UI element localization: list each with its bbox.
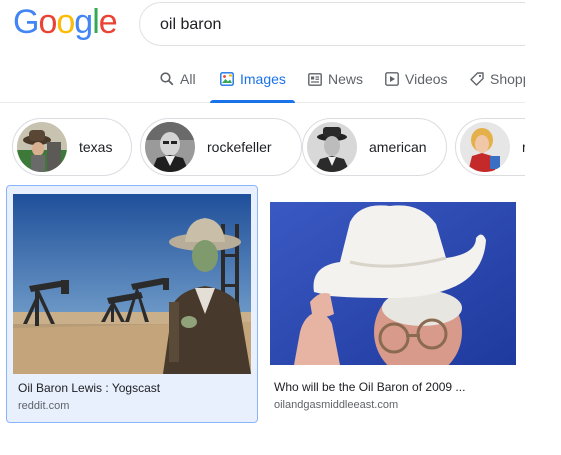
chip-more[interactable]: r <box>455 118 525 176</box>
result-title[interactable]: Who will be the Oil Baron of 2009 ... <box>274 380 465 394</box>
logo-letter: e <box>98 3 118 41</box>
google-logo[interactable]: Google <box>13 2 118 42</box>
chip-thumbnail <box>460 122 510 172</box>
tab-news[interactable]: News <box>308 56 363 102</box>
tag-icon <box>470 72 484 86</box>
result-thumbnail[interactable] <box>270 202 516 365</box>
chip-label: texas <box>79 139 113 155</box>
logo-letter: g <box>74 3 93 41</box>
tab-label: Videos <box>405 71 448 87</box>
search-box[interactable] <box>139 2 539 46</box>
search-icon <box>160 72 174 86</box>
result-source[interactable]: reddit.com <box>18 400 69 412</box>
search-input[interactable] <box>160 13 520 37</box>
image-icon <box>220 72 234 86</box>
tab-images[interactable]: Images <box>210 56 295 103</box>
play-icon <box>385 72 399 86</box>
image-result[interactable]: Oil Baron Lewis : Yogscast reddit.com <box>6 185 258 423</box>
result-source[interactable]: oilandgasmiddleeast.com <box>274 399 398 411</box>
logo-letter: o <box>56 3 75 41</box>
tab-videos[interactable]: Videos <box>385 56 448 102</box>
tab-label: All <box>180 71 196 87</box>
chip-thumbnail <box>145 122 195 172</box>
image-result[interactable]: Who will be the Oil Baron of 2009 ... oi… <box>265 185 523 423</box>
search-tabs: All Images News Videos Shopp <box>0 56 530 103</box>
chip-thumbnail <box>17 122 67 172</box>
tab-all[interactable]: All <box>160 56 196 102</box>
chip-american[interactable]: american <box>302 118 447 176</box>
result-thumbnail[interactable] <box>13 194 251 374</box>
result-title[interactable]: Oil Baron Lewis : Yogscast <box>18 381 160 395</box>
tab-label: News <box>328 71 364 87</box>
logo-letter: G <box>13 3 39 41</box>
chip-label: american <box>369 139 427 155</box>
chip-thumbnail <box>307 122 357 172</box>
related-searches: texas rockefeller american r <box>0 118 525 178</box>
tab-label: Images <box>240 71 286 87</box>
viewport-edge <box>525 0 561 455</box>
newspaper-icon <box>308 72 322 86</box>
chip-texas[interactable]: texas <box>12 118 132 176</box>
chip-label: rockefeller <box>207 139 272 155</box>
logo-letter: o <box>38 3 57 41</box>
tab-shopping[interactable]: Shopp <box>470 56 530 102</box>
chip-rockefeller[interactable]: rockefeller <box>140 118 302 176</box>
